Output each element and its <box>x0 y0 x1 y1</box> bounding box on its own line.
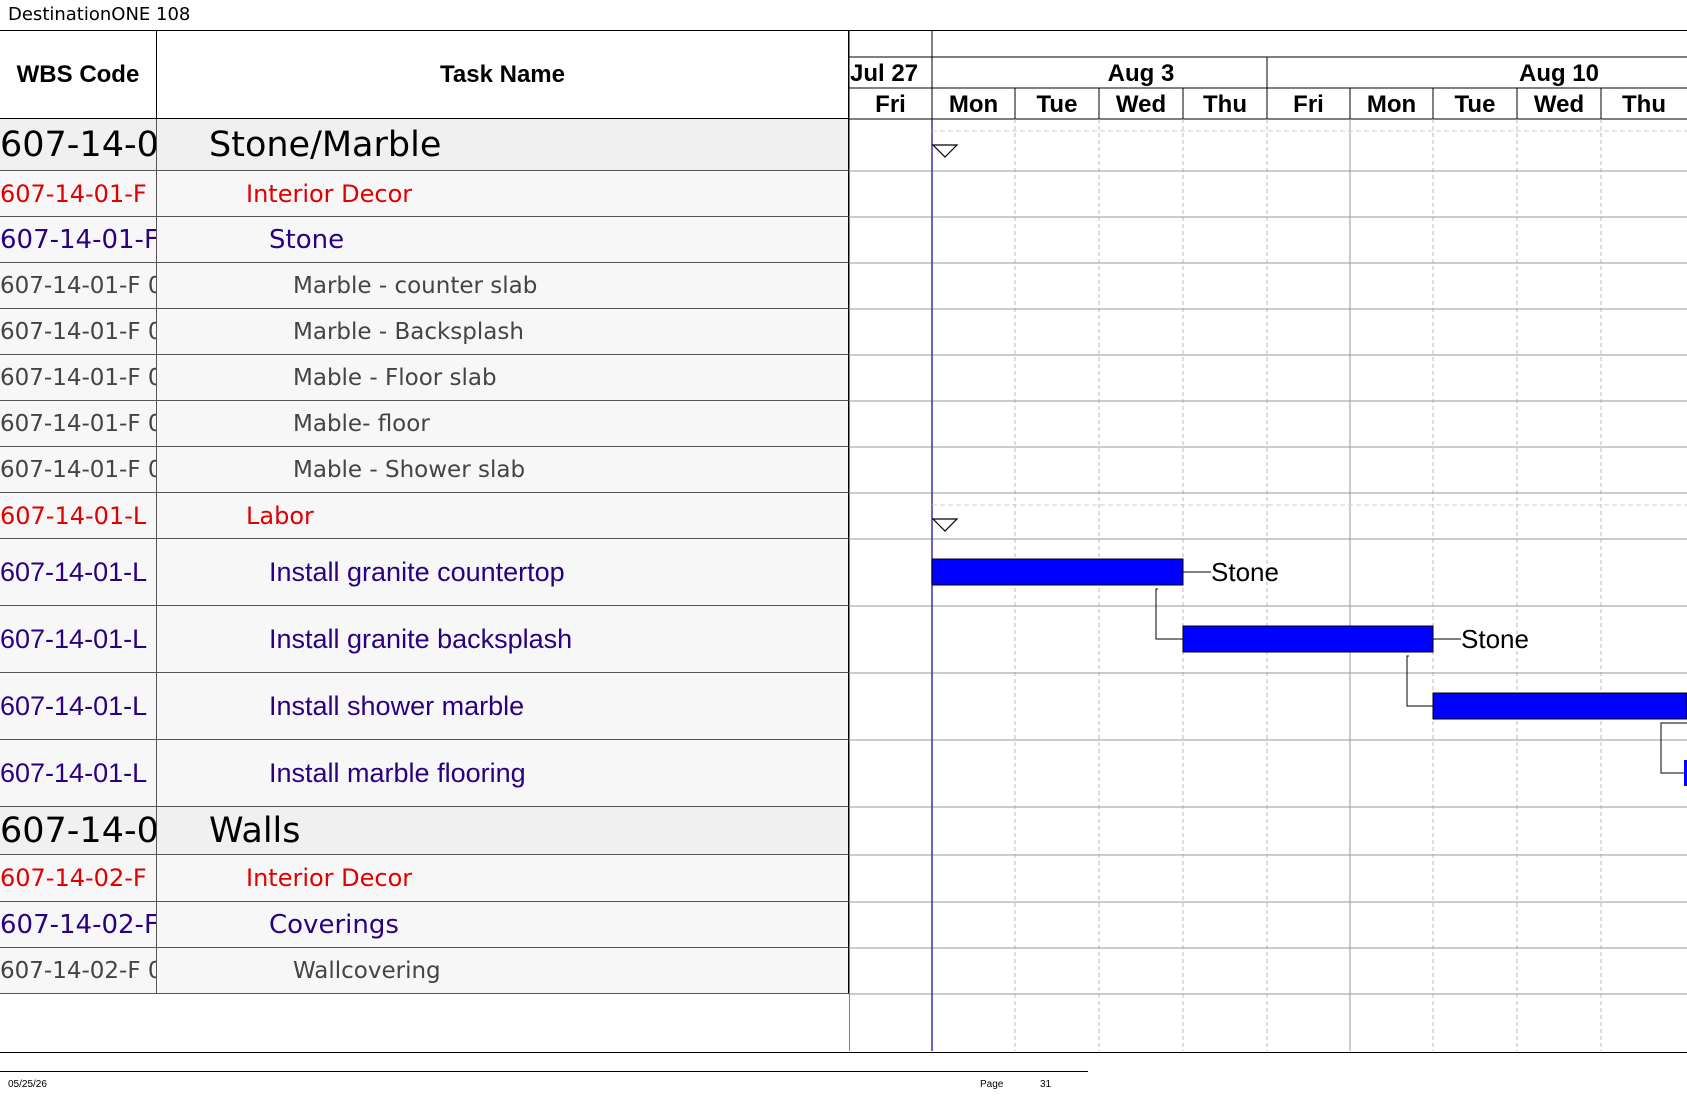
task-bar <box>1182 625 1434 653</box>
task-name-cell: Stone <box>269 224 345 255</box>
day-label: Thu <box>1203 91 1247 118</box>
task-name-cell: Walls <box>209 810 301 851</box>
day-label: Fri <box>1293 91 1324 118</box>
task-name-cell: Install shower marble <box>269 690 525 721</box>
task-name-cell: Install marble flooring <box>269 757 526 788</box>
bar-label: Stone <box>1211 557 1279 587</box>
day-label: Mon <box>949 91 998 118</box>
task-name-cell: Mable - Floor slab <box>293 364 497 391</box>
task-name-cell: Coverings <box>269 909 399 940</box>
wbs-code-cell: 607-14-01-F <box>0 171 157 216</box>
wbs-code-cell: 607-14-01-L <box>0 606 157 672</box>
wbs-code-cell: 607-14-01-L <box>0 539 157 605</box>
table-row[interactable]: 607-14-01-F 0 Mable- floor <box>0 401 849 447</box>
task-name-cell: Mable- floor <box>293 410 430 437</box>
day-label: Tue <box>1455 91 1496 118</box>
task-name-cell: Marble - Backsplash <box>293 318 524 345</box>
task-name-cell: Mable - Shower slab <box>293 456 526 483</box>
week-label: Aug 10 <box>1519 60 1599 87</box>
table-row[interactable]: 607-14-02-F Interior Decor <box>0 855 849 902</box>
table-row[interactable]: 607-14-01-L Install marble flooring <box>0 740 849 807</box>
task-name-cell: Interior Decor <box>246 179 413 208</box>
footer-page-number: 31 <box>1040 1079 1052 1090</box>
task-name-cell: Install granite countertop <box>269 556 565 587</box>
wbs-code-cell: 607-14-01-L <box>0 740 157 806</box>
table-row[interactable]: 607-14-01 Stone/Marble <box>0 119 849 171</box>
wbs-code-cell: 607-14-01-F 0 <box>0 263 157 308</box>
wbs-code-cell: 607-14-01-L <box>0 673 157 739</box>
table-row[interactable]: 607-14-01-F Interior Decor <box>0 171 849 217</box>
table-row[interactable]: 607-14-01-L Install granite backsplash <box>0 606 849 673</box>
task-name-cell: Stone/Marble <box>209 124 442 165</box>
task-column-header[interactable]: Task Name <box>157 31 849 119</box>
day-label: Thu <box>1622 91 1666 118</box>
table-row[interactable]: 607-14-01-L Install granite countertop <box>0 539 849 606</box>
table-row[interactable]: 607-14-01-F 0 Marble - counter slab <box>0 263 849 309</box>
wbs-code-cell: 607-14-02-F <box>0 855 157 901</box>
day-label: Wed <box>1116 91 1166 118</box>
task-bar <box>1432 692 1687 720</box>
bar-label: Stone <box>1461 624 1529 654</box>
wbs-code-cell: 607-14-01-F 0 <box>0 447 157 492</box>
wbs-code-cell: 607-14-01-F 0 <box>0 401 157 446</box>
summary-triangle-icon <box>931 518 959 532</box>
wbs-code-cell: 607-14-01-L <box>0 493 157 538</box>
dependency-connector <box>1155 588 1183 640</box>
footer-date: 05/25/26 <box>8 1079 47 1090</box>
wbs-column-header[interactable]: WBS Code <box>0 31 157 119</box>
table-row[interactable]: 607-14-02-F 0 Wallcovering <box>0 948 849 994</box>
task-name-cell: Interior Decor <box>246 864 413 892</box>
page-title: DestinationONE 108 <box>8 4 191 25</box>
task-name-cell: Wallcovering <box>293 957 441 984</box>
wbs-code-cell: 607-14-01-F 0 <box>0 309 157 354</box>
footer-page-label: Page <box>980 1079 1004 1090</box>
wbs-code-cell: 607-14-02-F <box>0 902 157 947</box>
day-label: Wed <box>1534 91 1584 118</box>
wbs-code-cell: 607-14-01-F 0 <box>0 355 157 400</box>
table-row[interactable]: 607-14-01-L Install shower marble <box>0 673 849 740</box>
wbs-code-cell: 607-14-02 <box>0 807 157 854</box>
day-label: Fri <box>875 91 906 118</box>
gantt-chart: Jul 27 Aug 3 Aug 10 Fri Mon Tue Wed Thu Fri Mon Tu… <box>849 31 1687 1051</box>
table-row[interactable]: 607-14-01-F 0 Marble - Backsplash <box>0 309 849 355</box>
wbs-code-cell: 607-14-01-F <box>0 217 157 262</box>
wbs-code-cell: 607-14-01 <box>0 119 157 170</box>
footer-divider <box>0 1071 1088 1072</box>
table-row[interactable]: 607-14-01-F 0 Mable - Floor slab <box>0 355 849 401</box>
task-name-cell: Labor <box>246 501 314 530</box>
table-row[interactable]: 607-14-01-F Stone <box>0 217 849 263</box>
table-row[interactable]: 607-14-02-F Coverings <box>0 902 849 948</box>
table-row[interactable]: 607-14-01-F 0 Mable - Shower slab <box>0 447 849 493</box>
wbs-code-cell: 607-14-02-F 0 <box>0 948 157 993</box>
day-label: Tue <box>1037 91 1078 118</box>
summary-triangle-icon <box>931 144 959 158</box>
week-label: Jul 27 <box>850 60 918 87</box>
task-name-cell: Marble - counter slab <box>293 272 538 299</box>
day-label: Mon <box>1367 91 1416 118</box>
task-name-cell: Install granite backsplash <box>269 623 573 654</box>
table-row[interactable]: 607-14-02 Walls <box>0 807 849 855</box>
week-label: Aug 3 <box>1108 60 1175 87</box>
table-row[interactable]: 607-14-01-L Labor <box>0 493 849 539</box>
task-bar <box>931 558 1184 586</box>
dependency-connector <box>1406 655 1433 707</box>
dependency-connector <box>1660 722 1687 774</box>
